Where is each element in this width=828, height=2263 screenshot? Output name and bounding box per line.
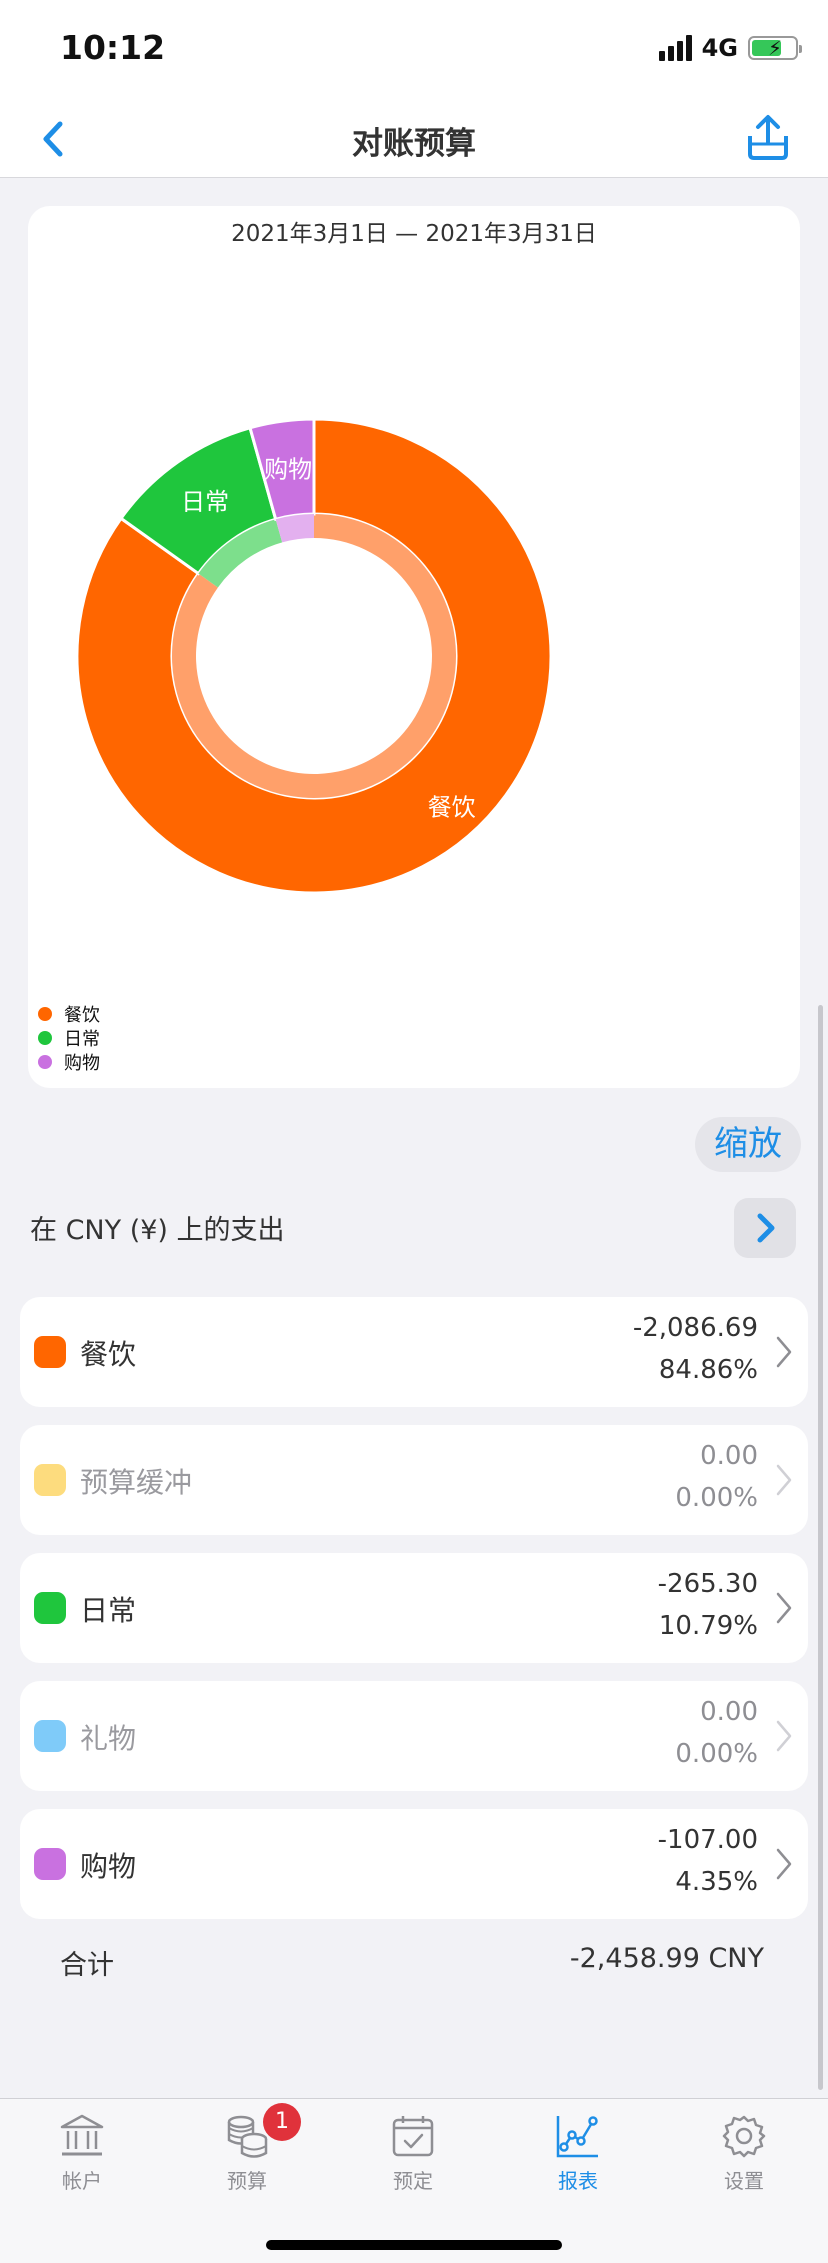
donut-chart[interactable]: 餐饮日常购物 (28, 206, 800, 1088)
category-row[interactable]: 礼物 0.00 0.00% (20, 1681, 808, 1791)
status-bar: 10:12 4G ⚡ (0, 0, 828, 100)
category-amount: -265.30 (657, 1569, 758, 1599)
legend-item: 餐饮 (38, 1002, 100, 1026)
tab-label: 报表 (558, 2169, 598, 2193)
slice-label: 日常 (181, 488, 229, 516)
slice-label: 餐饮 (428, 793, 476, 821)
category-amount: -107.00 (657, 1825, 758, 1855)
zoom-button[interactable]: 缩放 (695, 1117, 801, 1172)
share-icon[interactable] (744, 112, 792, 162)
notification-badge: 1 (263, 2103, 301, 2141)
category-color-swatch (34, 1720, 66, 1752)
category-amount: 0.00 (700, 1441, 758, 1471)
chevron-right-icon (776, 1720, 792, 1752)
legend-dot (38, 1055, 52, 1069)
category-amount: 0.00 (700, 1697, 758, 1727)
status-indicators: 4G ⚡ (658, 34, 802, 62)
tab-label: 帐户 (62, 2169, 102, 2193)
chart-legend: 餐饮 日常 购物 (38, 1002, 100, 1074)
gear-icon (722, 2115, 766, 2158)
category-name: 购物 (80, 1850, 137, 1883)
category-percent: 84.86% (658, 1355, 758, 1385)
calendar-check-icon (392, 2116, 434, 2157)
category-name: 预算缓冲 (80, 1466, 193, 1499)
tab-label: 预算 (227, 2169, 267, 2193)
tab-accounts[interactable]: 帐户 (22, 2113, 142, 2194)
category-name: 日常 (80, 1594, 137, 1627)
legend-dot (38, 1031, 52, 1045)
legend-item: 日常 (38, 1026, 100, 1050)
tab-budget[interactable]: 1 预算 (187, 2103, 307, 2194)
legend-label: 日常 (64, 1029, 100, 1050)
network-type: 4G (701, 34, 738, 62)
category-row[interactable]: 购物 -107.00 4.35% (20, 1809, 808, 1919)
category-color-swatch (34, 1848, 66, 1880)
tab-bar: 帐户 1 预算 预定 报表 设置 (0, 2098, 828, 2263)
category-percent: 0.00% (675, 1483, 758, 1513)
category-name: 礼物 (80, 1722, 137, 1755)
total-label: 合计 (60, 1950, 114, 1981)
status-time: 10:12 (60, 28, 166, 67)
category-color-swatch (34, 1464, 66, 1496)
chevron-right-icon (776, 1848, 792, 1880)
chevron-right-button[interactable] (734, 1198, 796, 1258)
category-name: 餐饮 (80, 1338, 137, 1371)
donut-inner-slice (275, 514, 314, 543)
slice-label: 购物 (264, 455, 312, 483)
legend-label: 餐饮 (64, 1005, 100, 1026)
tab-label: 预定 (393, 2169, 433, 2193)
total-value: -2,458.99 CNY (569, 1943, 764, 1974)
category-percent: 4.35% (675, 1867, 758, 1897)
tab-scheduled[interactable]: 预定 (353, 2113, 473, 2194)
category-amount: -2,086.69 (632, 1313, 758, 1343)
chevron-right-icon (776, 1464, 792, 1496)
chevron-right-icon (776, 1336, 792, 1368)
category-color-swatch (34, 1336, 66, 1368)
chart-card: 2021年3月1日 — 2021年3月31日 餐饮 日常 购物 餐饮 日常 购物 (28, 206, 800, 1088)
tab-settings[interactable]: 设置 (684, 2113, 804, 2194)
signal-icon (658, 35, 692, 61)
category-percent: 10.79% (658, 1611, 758, 1641)
category-row[interactable]: 日常 -265.30 10.79% (20, 1553, 808, 1663)
category-row[interactable]: 餐饮 -2,086.69 84.86% (20, 1297, 808, 1407)
legend-item: 购物 (38, 1050, 100, 1074)
category-percent: 0.00% (675, 1739, 758, 1769)
home-indicator (266, 2240, 562, 2250)
legend-label: 购物 (64, 1053, 100, 1074)
legend-dot (38, 1007, 52, 1021)
page-title: 对账预算 (352, 126, 476, 162)
chevron-right-icon (776, 1592, 792, 1624)
category-color-swatch (34, 1592, 66, 1624)
section-title: 在 CNY (¥) 上的支出 (30, 1215, 285, 1246)
nav-bar: 对账预算 (0, 100, 828, 178)
scroll-indicator[interactable] (818, 1005, 823, 2090)
category-row[interactable]: 预算缓冲 0.00 0.00% (20, 1425, 808, 1535)
chart-line-icon (556, 2116, 598, 2158)
battery-icon: ⚡ (748, 36, 802, 60)
tab-label: 设置 (724, 2169, 764, 2193)
tab-reports[interactable]: 报表 (518, 2113, 638, 2194)
bank-icon (60, 2114, 104, 2156)
